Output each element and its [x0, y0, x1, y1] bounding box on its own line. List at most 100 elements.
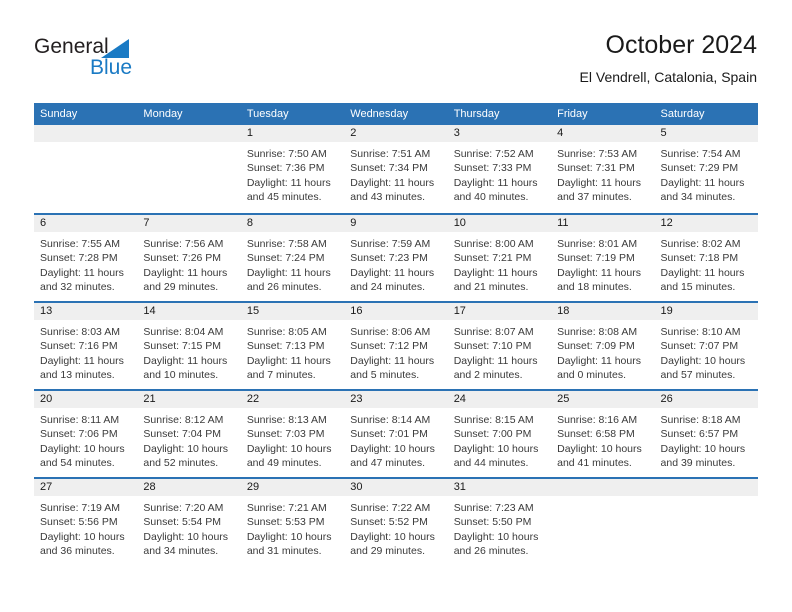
day-info: Sunrise: 7:58 AM Sunset: 7:24 PM Daylight:… [241, 232, 344, 295]
day-number: 17 [453, 305, 466, 317]
daylight-text-line2: and 18 minutes. [557, 281, 632, 294]
day-number: 31 [453, 481, 466, 493]
calendar-day-cell[interactable]: 6 Sunrise: 7:55 AM Sunset: 7:28 PM Daylight… [34, 215, 138, 301]
day-number: 27 [40, 481, 53, 493]
day-number: 4 [557, 127, 564, 139]
calendar-day-cell[interactable]: 10 Sunrise: 8:00 AM Sunset: 7:21 PM Dayligh… [447, 215, 552, 301]
sunset-text: Sunset: 7:00 PM [453, 428, 532, 441]
sunrise-text: Sunrise: 7:23 AM [453, 502, 534, 514]
calendar-day-cell[interactable]: 9 Sunrise: 7:59 AM Sunset: 7:23 PM Daylight… [344, 215, 448, 301]
day-number-band: 6 [34, 215, 138, 232]
calendar-day-cell[interactable]: 24 Sunrise: 8:15 AM Sunset: 7:00 PM Dayligh… [447, 391, 552, 477]
daylight-text-line1: Daylight: 11 hours [143, 354, 228, 367]
calendar-day-cell[interactable]: 20 Sunrise: 8:11 AM Sunset: 7:06 PM Dayligh… [34, 391, 138, 477]
day-info: Sunrise: 7:52 AM Sunset: 7:33 PM Daylight:… [448, 142, 551, 205]
sunset-text: Sunset: 7:26 PM [143, 252, 222, 265]
day-number: 9 [350, 217, 357, 229]
day-number: 5 [660, 127, 667, 139]
daylight-text-line1: Daylight: 11 hours [453, 354, 538, 367]
calendar-day-cell[interactable]: 5 Sunrise: 7:54 AM Sunset: 7:29 PM Daylight… [654, 125, 758, 213]
day-info: Sunrise: 8:18 AM Sunset: 6:57 PM Daylight:… [655, 408, 758, 471]
day-number-band [34, 125, 138, 142]
day-info: Sunrise: 7:21 AM Sunset: 5:53 PM Daylight:… [241, 496, 344, 559]
calendar-day-cell[interactable]: 7 Sunrise: 7:56 AM Sunset: 7:26 PM Daylight… [137, 215, 241, 301]
calendar-day-cell[interactable]: 1 Sunrise: 7:50 AM Sunset: 7:36 PM Daylight… [240, 125, 345, 213]
sunrise-text: Sunrise: 8:05 AM [246, 326, 327, 338]
calendar-day-cell[interactable]: 30 Sunrise: 7:22 AM Sunset: 5:52 PM Dayligh… [344, 479, 448, 565]
daylight-text-line1: Daylight: 10 hours [453, 530, 539, 543]
calendar-day-cell[interactable]: 23 Sunrise: 8:14 AM Sunset: 7:01 PM Dayligh… [344, 391, 448, 477]
day-info: Sunrise: 8:03 AM Sunset: 7:16 PM Daylight:… [34, 320, 137, 383]
day-number: 14 [143, 305, 156, 317]
daylight-text-line2: and 45 minutes. [246, 191, 322, 204]
daylight-text-line2: and 37 minutes. [557, 191, 632, 204]
daylight-text-line2: and 0 minutes. [557, 369, 626, 382]
sunset-text: Sunset: 7:03 PM [246, 428, 325, 441]
calendar-week-row: 20 Sunrise: 8:11 AM Sunset: 7:06 PM Dayligh… [34, 389, 758, 477]
sunrise-text: Sunrise: 7:20 AM [143, 502, 224, 514]
calendar-day-cell[interactable]: 26 Sunrise: 8:18 AM Sunset: 6:57 PM Dayligh… [654, 391, 758, 477]
sunset-text: Sunset: 7:34 PM [350, 162, 428, 175]
calendar-day-cell[interactable]: 2 Sunrise: 7:51 AM Sunset: 7:34 PM Daylight… [344, 125, 448, 213]
calendar-day-cell[interactable]: 28 Sunrise: 7:20 AM Sunset: 5:54 PM Dayligh… [137, 479, 241, 565]
calendar-week-row: 27 Sunrise: 7:19 AM Sunset: 5:56 PM Dayligh… [34, 477, 758, 565]
calendar-day-cell[interactable]: 4 Sunrise: 7:53 AM Sunset: 7:31 PM Daylight… [551, 125, 655, 213]
calendar-day-cell[interactable]: 8 Sunrise: 7:58 AM Sunset: 7:24 PM Daylight… [240, 215, 345, 301]
daylight-text-line2: and 29 minutes. [143, 281, 219, 294]
sunrise-text: Sunrise: 8:00 AM [453, 238, 534, 250]
day-number: 26 [660, 393, 673, 405]
daylight-text-line2: and 13 minutes. [40, 369, 115, 382]
masthead: General Blue October 2024 El Vendrell, C… [0, 0, 792, 100]
calendar-day-cell[interactable]: 15 Sunrise: 8:05 AM Sunset: 7:13 PM Dayligh… [240, 303, 345, 389]
calendar-day-cell[interactable]: 17 Sunrise: 8:07 AM Sunset: 7:10 PM Dayligh… [447, 303, 552, 389]
day-number-band: 22 [240, 391, 345, 408]
calendar-day-cell[interactable]: 11 Sunrise: 8:01 AM Sunset: 7:19 PM Dayligh… [551, 215, 655, 301]
day-number: 18 [557, 305, 570, 317]
day-number-band: 18 [551, 303, 655, 320]
calendar-day-cell[interactable]: 3 Sunrise: 7:52 AM Sunset: 7:33 PM Daylight… [447, 125, 552, 213]
general-blue-logo[interactable]: General Blue [34, 36, 224, 90]
sunset-text: Sunset: 7:24 PM [246, 252, 325, 265]
calendar-day-cell[interactable]: 22 Sunrise: 8:13 AM Sunset: 7:03 PM Dayligh… [240, 391, 345, 477]
daylight-text-line2: and 34 minutes. [660, 191, 736, 204]
daylight-text-line2: and 54 minutes. [40, 457, 115, 470]
title-block: October 2024 El Vendrell, Catalonia, Spa… [580, 30, 757, 85]
calendar-day-cell[interactable]: 12 Sunrise: 8:02 AM Sunset: 7:18 PM Dayligh… [654, 215, 758, 301]
calendar-day-cell[interactable]: 19 Sunrise: 8:10 AM Sunset: 7:07 PM Dayligh… [654, 303, 758, 389]
day-info: Sunrise: 8:04 AM Sunset: 7:15 PM Daylight:… [137, 320, 240, 383]
day-number-band: 31 [447, 479, 552, 496]
calendar-day-cell[interactable]: 13 Sunrise: 8:03 AM Sunset: 7:16 PM Dayligh… [34, 303, 138, 389]
sunrise-text: Sunrise: 7:56 AM [143, 238, 224, 250]
calendar-day-cell[interactable]: 21 Sunrise: 8:12 AM Sunset: 7:04 PM Dayligh… [137, 391, 241, 477]
day-number-band: 25 [551, 391, 655, 408]
calendar-day-cell[interactable]: 27 Sunrise: 7:19 AM Sunset: 5:56 PM Dayligh… [34, 479, 138, 565]
day-number-band: 9 [344, 215, 448, 232]
daylight-text-line2: and 24 minutes. [350, 281, 425, 294]
weekday-tuesday: Tuesday [246, 108, 289, 120]
sunset-text: Sunset: 7:36 PM [246, 162, 325, 175]
sunset-text: Sunset: 7:12 PM [350, 340, 428, 353]
daylight-text-line2: and 39 minutes. [660, 457, 736, 470]
logo-text-blue: Blue [90, 56, 133, 79]
calendar-day-cell-empty [551, 479, 655, 565]
calendar-day-cell[interactable]: 25 Sunrise: 8:16 AM Sunset: 6:58 PM Dayligh… [551, 391, 655, 477]
calendar-day-cell[interactable]: 14 Sunrise: 8:04 AM Sunset: 7:15 PM Dayligh… [137, 303, 241, 389]
day-info: Sunrise: 8:15 AM Sunset: 7:00 PM Daylight:… [448, 408, 551, 471]
day-number: 20 [40, 393, 53, 405]
daylight-text-line1: Daylight: 11 hours [350, 266, 435, 279]
calendar-week-row: 1 Sunrise: 7:50 AM Sunset: 7:36 PM Daylight… [34, 125, 758, 213]
day-number-band: 8 [240, 215, 345, 232]
daylight-text-line1: Daylight: 11 hours [246, 266, 331, 279]
day-info: Sunrise: 7:22 AM Sunset: 5:52 PM Daylight:… [344, 496, 447, 559]
sunset-text: Sunset: 7:10 PM [453, 340, 532, 353]
daylight-text-line1: Daylight: 10 hours [350, 442, 435, 455]
calendar-day-cell[interactable]: 18 Sunrise: 8:08 AM Sunset: 7:09 PM Dayligh… [551, 303, 655, 389]
sunset-text: Sunset: 7:07 PM [660, 340, 739, 353]
calendar-week-row: 13 Sunrise: 8:03 AM Sunset: 7:16 PM Dayligh… [34, 301, 758, 389]
day-number: 24 [453, 393, 466, 405]
calendar-day-cell[interactable]: 16 Sunrise: 8:06 AM Sunset: 7:12 PM Dayligh… [344, 303, 448, 389]
day-number: 23 [350, 393, 363, 405]
calendar-day-cell[interactable]: 29 Sunrise: 7:21 AM Sunset: 5:53 PM Dayligh… [240, 479, 345, 565]
calendar-day-cell[interactable]: 31 Sunrise: 7:23 AM Sunset: 5:50 PM Dayligh… [447, 479, 552, 565]
daylight-text-line1: Daylight: 10 hours [143, 530, 229, 543]
